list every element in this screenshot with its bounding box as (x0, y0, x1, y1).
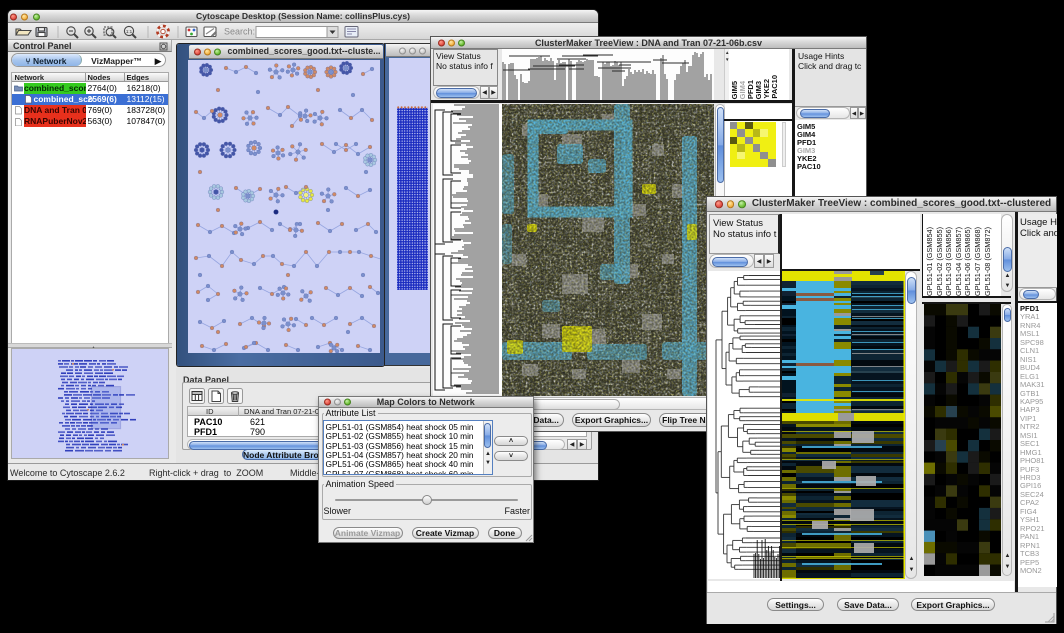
svg-text:Search:: Search: (224, 27, 255, 37)
svg-text:1:1: 1:1 (126, 29, 133, 34)
